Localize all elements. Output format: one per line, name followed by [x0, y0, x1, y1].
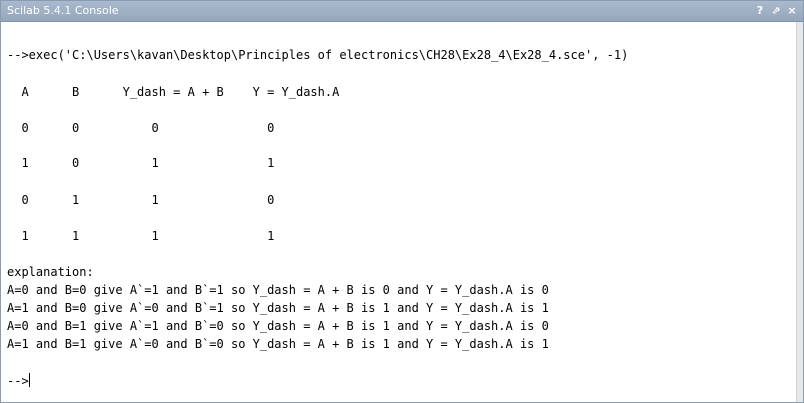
exec-command-line: -->exec('C:\Users\kavan\Desktop\Principl…	[7, 48, 629, 62]
explanation-line: A=1 and B=0 give A`=0 and B`=1 so Y_dash…	[7, 301, 549, 315]
command-prompt[interactable]: -->	[7, 373, 30, 389]
table-row: 1 1 1 1	[7, 229, 275, 243]
vertical-scrollbar[interactable]	[796, 22, 803, 402]
scilab-console-window: Scilab 5.4.1 Console ? ⇗ × -->exec('C:\U…	[0, 0, 804, 403]
table-header: A B Y_dash = A + B Y = Y_dash.A	[7, 85, 340, 99]
window-title: Scilab 5.4.1 Console	[7, 4, 119, 17]
table-row: 0 1 1 0	[7, 193, 275, 207]
table-row: 1 0 1 1	[7, 156, 275, 170]
undock-icon[interactable]: ⇗	[769, 3, 783, 18]
explanation-line: A=1 and B=1 give A`=0 and B`=0 so Y_dash…	[7, 337, 549, 351]
explanation-line: A=0 and B=1 give A`=1 and B`=0 so Y_dash…	[7, 319, 549, 333]
help-icon[interactable]: ?	[753, 3, 767, 18]
explanation-line: A=0 and B=0 give A`=1 and B`=1 so Y_dash…	[7, 283, 549, 297]
close-icon[interactable]: ×	[785, 3, 799, 18]
title-bar[interactable]: Scilab 5.4.1 Console ? ⇗ ×	[1, 1, 803, 22]
console-output[interactable]: -->exec('C:\Users\kavan\Desktop\Principl…	[1, 22, 797, 402]
prompt-text: -->	[7, 374, 29, 388]
table-row: 0 0 0 0	[7, 121, 275, 135]
text-cursor	[28, 373, 30, 387]
explanation-label: explanation:	[7, 265, 94, 279]
